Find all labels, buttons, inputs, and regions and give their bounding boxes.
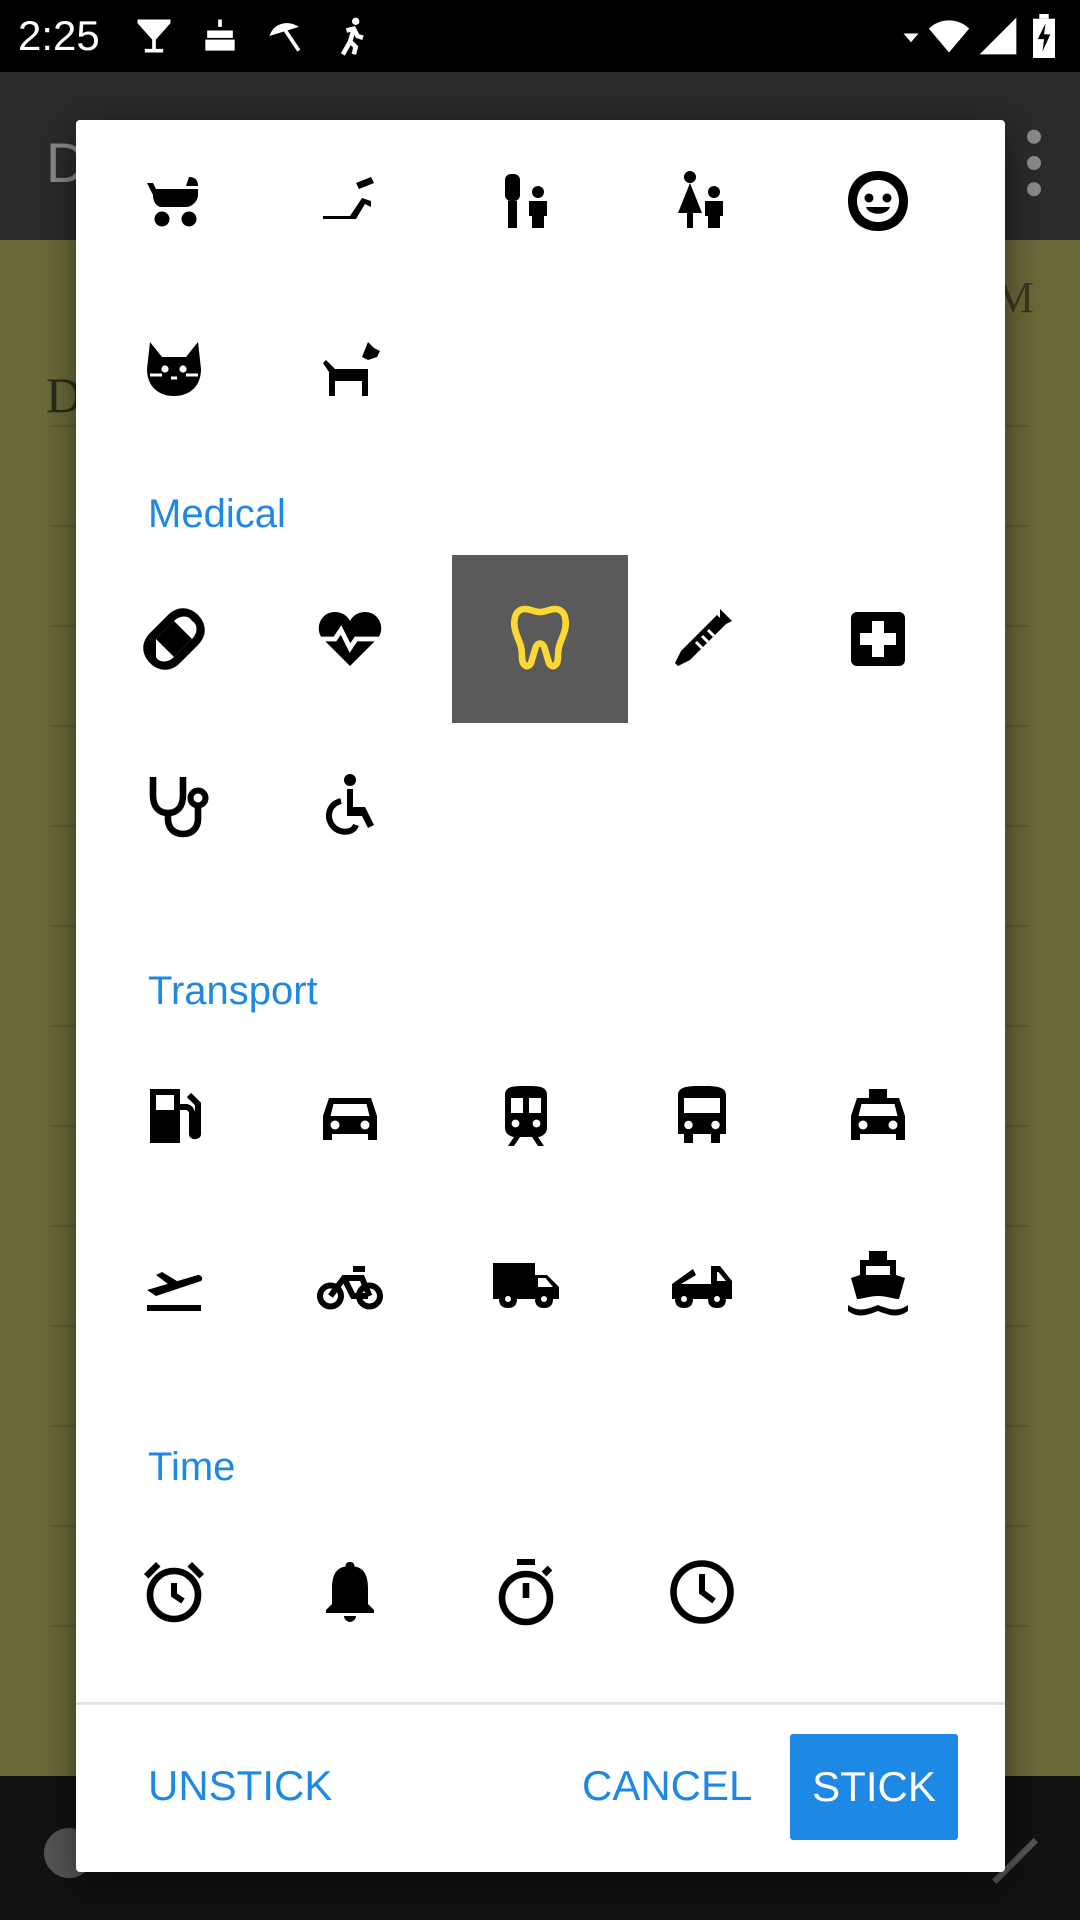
- stick-button[interactable]: STICK: [790, 1734, 958, 1840]
- truck-icon[interactable]: [438, 1200, 614, 1368]
- flight-takeoff-icon[interactable]: [86, 1200, 262, 1368]
- more-vert-icon: [1024, 128, 1044, 198]
- gas-station-icon[interactable]: [86, 1032, 262, 1200]
- bell-icon[interactable]: [262, 1508, 438, 1676]
- alarm-icon[interactable]: [86, 1508, 262, 1676]
- dog-icon[interactable]: [262, 285, 438, 453]
- running-icon: [330, 14, 374, 58]
- dialog-divider: [76, 1702, 1005, 1705]
- car-icon[interactable]: [262, 1032, 438, 1200]
- family-restroom-icon[interactable]: [438, 120, 614, 285]
- section-title-transport: Transport: [148, 969, 318, 1013]
- beach-umbrella-icon: [264, 14, 308, 58]
- stroller-icon[interactable]: [86, 120, 262, 285]
- ferry-icon[interactable]: [790, 1200, 966, 1368]
- status-time: 2:25: [18, 12, 100, 59]
- train-icon[interactable]: [438, 1032, 614, 1200]
- dropdown-arrow-icon: [896, 14, 926, 58]
- bicycle-icon[interactable]: [262, 1200, 438, 1368]
- signal-icon: [976, 14, 1020, 58]
- stopwatch-icon[interactable]: [438, 1508, 614, 1676]
- clock-icon[interactable]: [614, 1508, 790, 1676]
- icon-grid-scroll[interactable]: Medical Transport Time: [76, 120, 1005, 1702]
- section-title-time: Time: [148, 1445, 236, 1489]
- unstick-button[interactable]: UNSTICK: [148, 1762, 332, 1810]
- taxi-icon[interactable]: [790, 1032, 966, 1200]
- stethoscope-icon[interactable]: [86, 723, 262, 891]
- cat-icon[interactable]: [86, 285, 262, 453]
- bus-icon[interactable]: [614, 1032, 790, 1200]
- cake-icon: [198, 14, 242, 58]
- battery-charging-icon: [1030, 14, 1064, 58]
- cancel-button[interactable]: CANCEL: [582, 1762, 752, 1810]
- tooth-icon[interactable]: [452, 555, 628, 723]
- wifi-icon: [924, 14, 974, 58]
- tow-truck-icon[interactable]: [614, 1200, 790, 1368]
- sticker-picker-dialog: Medical Transport Time UNSTICK CANCEL ST…: [76, 120, 1005, 1872]
- status-bar: 2:25: [0, 0, 1080, 72]
- baby-changing-icon[interactable]: [614, 120, 790, 285]
- syringe-icon[interactable]: [614, 555, 790, 723]
- medical-cross-icon[interactable]: [790, 555, 966, 723]
- section-title-medical: Medical: [148, 492, 286, 536]
- wheelchair-icon[interactable]: [262, 723, 438, 891]
- slide-icon[interactable]: [262, 120, 438, 285]
- heart-monitor-icon[interactable]: [262, 555, 438, 723]
- child-face-icon[interactable]: [790, 120, 966, 285]
- cocktail-icon: [132, 14, 176, 58]
- pill-icon[interactable]: [86, 555, 262, 723]
